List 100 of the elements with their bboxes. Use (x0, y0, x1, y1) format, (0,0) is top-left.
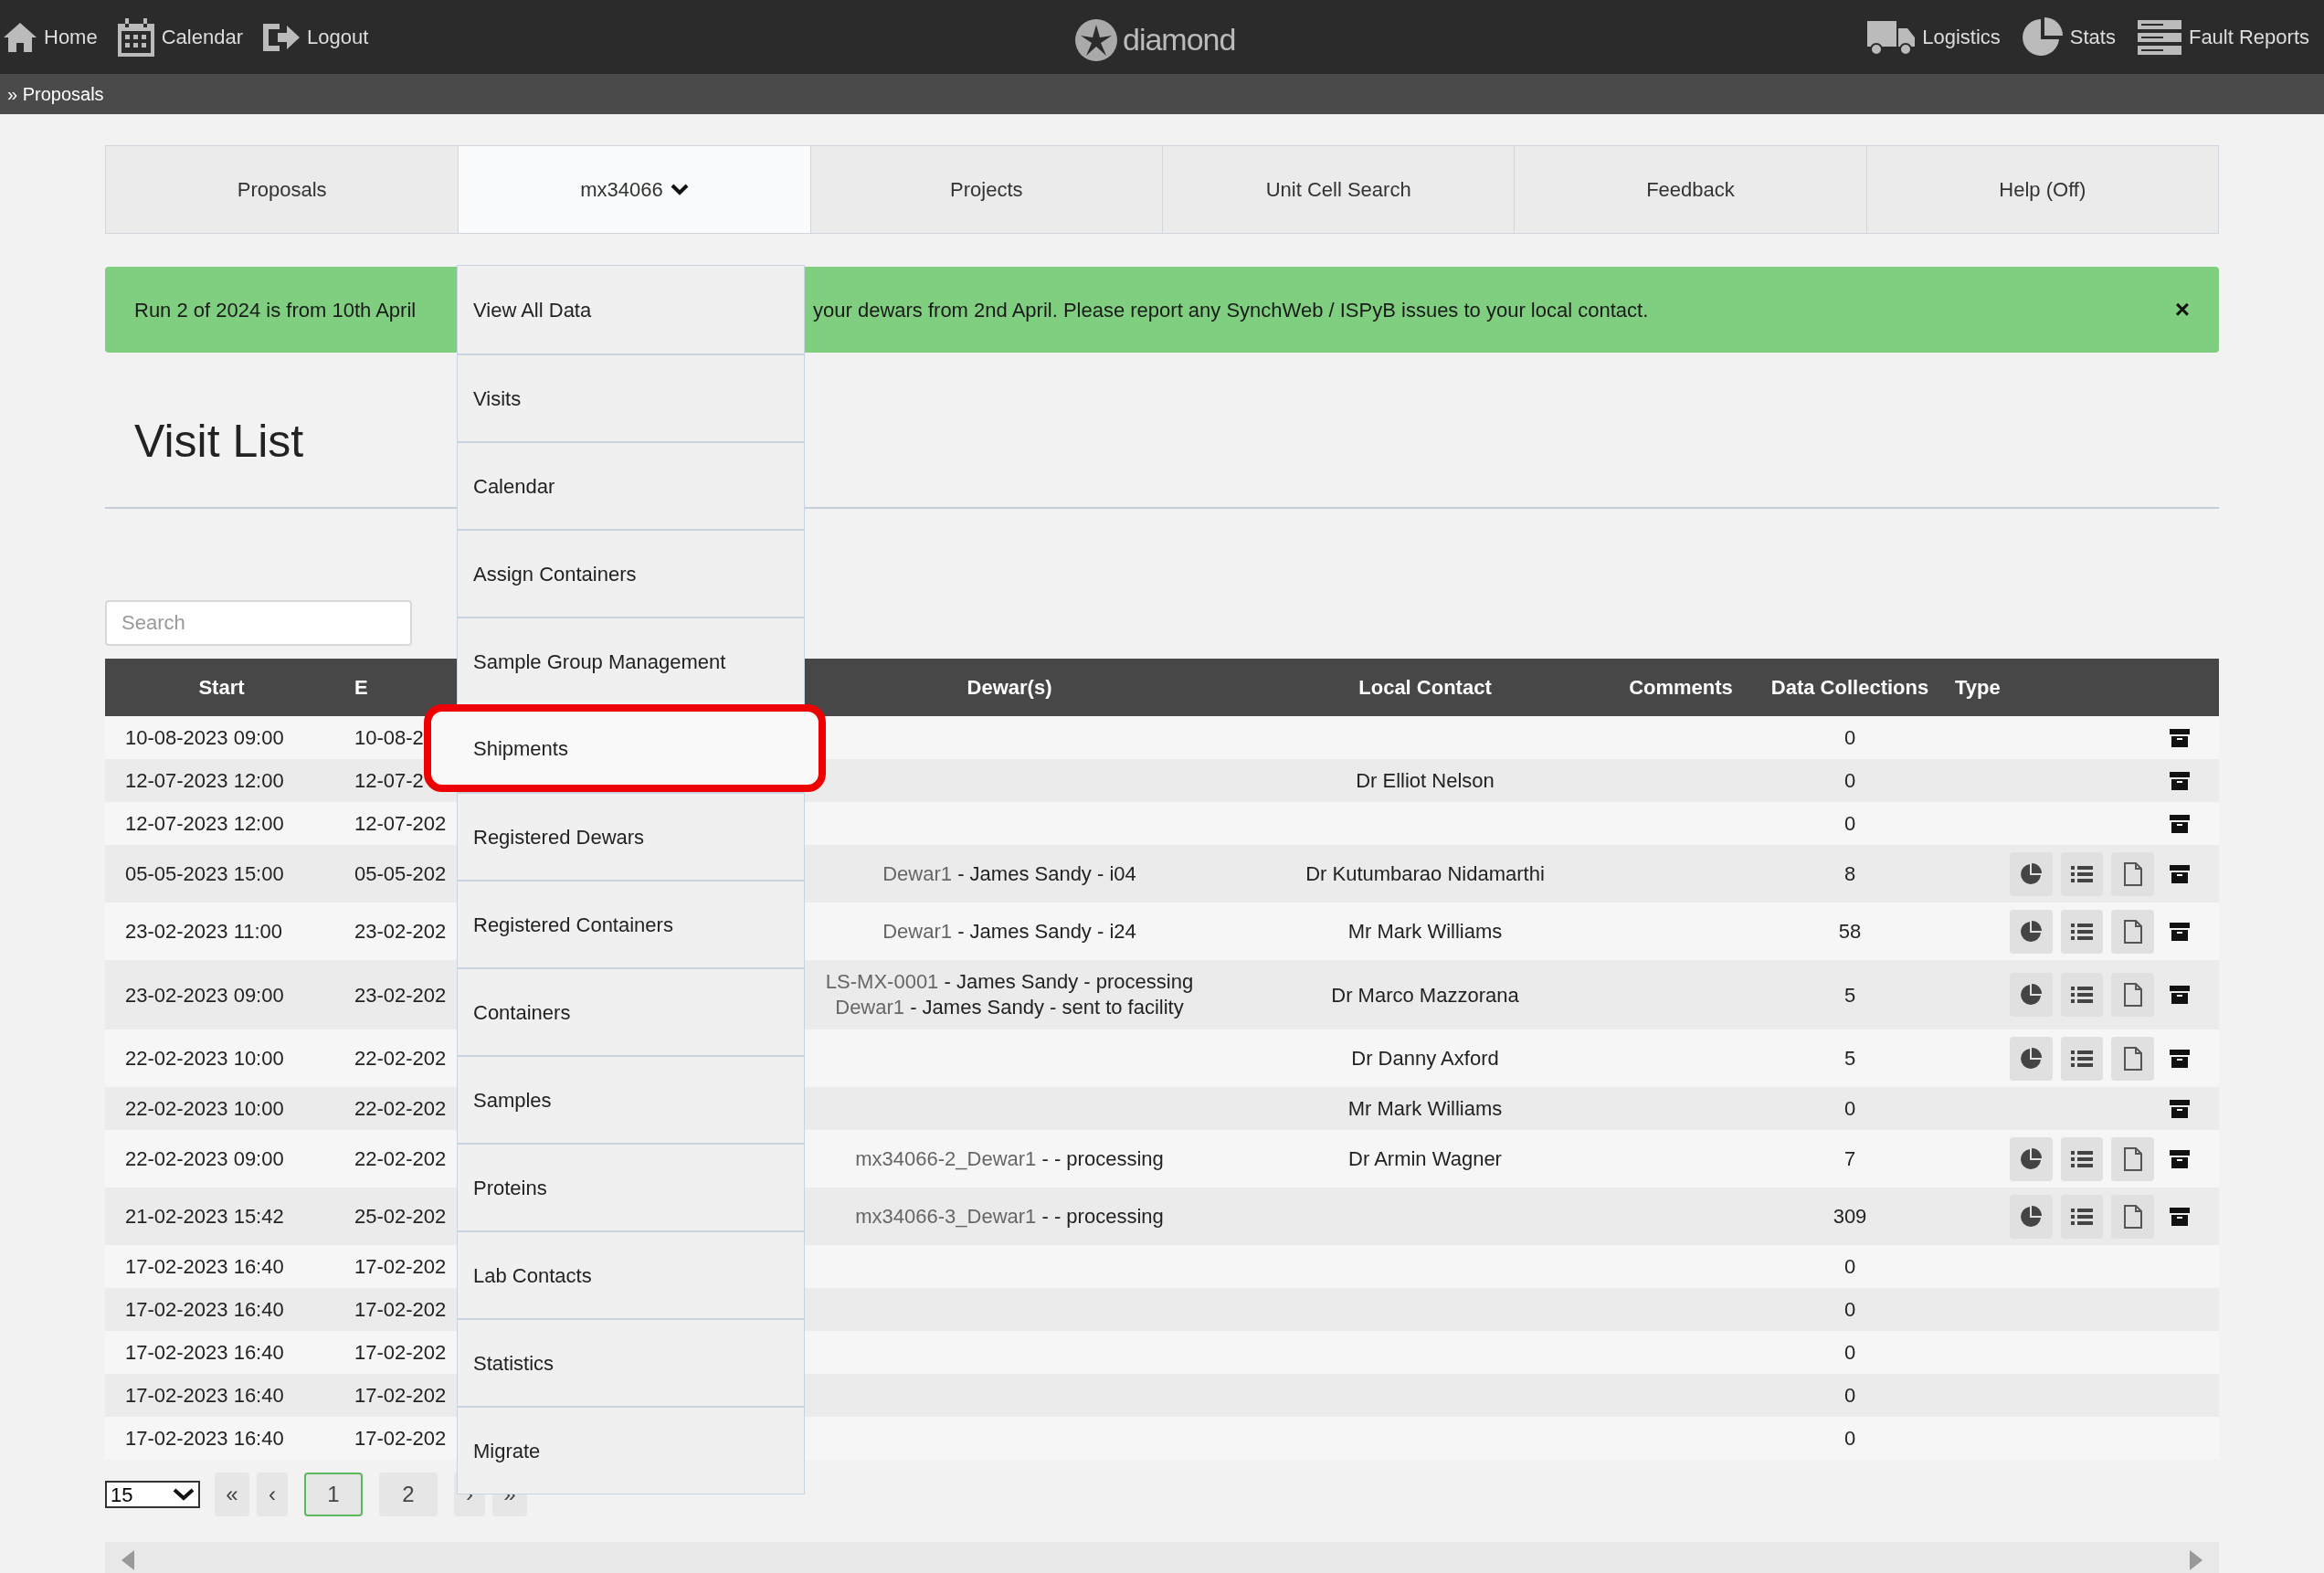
column-header[interactable]: Data Collections (1745, 672, 1955, 702)
dewar-status: - James Sandy - processing (943, 970, 1194, 993)
nav-tab[interactable]: Proposals (106, 146, 459, 233)
nav-tab[interactable]: Feedback (1514, 146, 1866, 233)
column-header[interactable]: Local Contact (1233, 672, 1617, 702)
table-cell: 10-08-2023 09:00 (125, 726, 284, 749)
table-cell: 22-02-2023 10:00 (125, 1047, 284, 1070)
dewar-link[interactable]: Dewar1 (835, 996, 905, 1019)
list-icon (2070, 1048, 2094, 1069)
diamond-logo-icon (1073, 16, 1119, 63)
list-button[interactable] (2060, 909, 2104, 954)
table-cell: 22-02-202 (354, 1147, 447, 1170)
previous-page-button[interactable]: ‹ (257, 1473, 288, 1516)
list-button[interactable] (2060, 1036, 2104, 1081)
dewar-status: - James Sandy - sent to facility (909, 996, 1184, 1019)
table-cell: 12-07-2 (354, 769, 424, 792)
table-cell: 0 (1843, 769, 1856, 792)
first-page-button[interactable]: « (215, 1473, 249, 1516)
table-cell: 22-02-202 (354, 1097, 447, 1120)
archive-icon[interactable] (2170, 1207, 2190, 1226)
table-cell: 0 (1843, 1097, 1856, 1120)
stats-button[interactable] (2010, 1036, 2053, 1081)
archive-icon[interactable] (2170, 864, 2190, 883)
column-header[interactable]: Start (105, 672, 338, 702)
stats-button[interactable] (2010, 909, 2053, 954)
nav-link[interactable]: Logout (260, 19, 369, 55)
list-icon (2070, 985, 2094, 1005)
breadcrumb-link[interactable]: » Proposals (7, 80, 104, 108)
archive-icon[interactable] (2170, 986, 2190, 1004)
dewar-status: - James Sandy - i24 (956, 919, 1136, 943)
table-cell: 17-02-202 (354, 1255, 447, 1278)
file-icon (2122, 982, 2143, 1008)
nav-link[interactable]: Logistics (1865, 18, 2001, 56)
file-icon (2122, 918, 2143, 945)
menu-item[interactable]: Shipments (424, 704, 826, 792)
file-button[interactable] (2111, 973, 2154, 1017)
table-cell: 22-02-2023 10:00 (125, 1097, 284, 1120)
table-cell: 0 (1843, 1255, 1856, 1278)
nav-link[interactable]: Stats (2020, 15, 2116, 59)
table-cell: 05-05-2023 15:00 (125, 862, 284, 885)
column-header[interactable]: Comments (1617, 672, 1745, 702)
chevron-down-icon (670, 183, 689, 196)
table-cell: 0 (1843, 726, 1856, 749)
list-icon (2070, 1206, 2094, 1227)
dewar-status: - - processing (1041, 1146, 1164, 1170)
file-button[interactable] (2111, 1194, 2154, 1239)
stats-button[interactable] (2010, 1194, 2053, 1239)
nav-tab[interactable]: Help (Off) (1865, 146, 2218, 233)
page-size-select[interactable]: 15 (105, 1481, 200, 1508)
list-icon (2070, 1148, 2094, 1169)
table-cell: 17-02-2023 16:40 (125, 1427, 284, 1450)
file-button[interactable] (2111, 1036, 2154, 1081)
file-icon (2122, 1145, 2143, 1172)
list-button[interactable] (2060, 851, 2104, 896)
file-button[interactable] (2111, 909, 2154, 954)
pie-chart-icon (2019, 1046, 2044, 1071)
page-button[interactable]: 1 (304, 1473, 363, 1516)
list-button[interactable] (2060, 973, 2104, 1017)
archive-icon[interactable] (2170, 1099, 2190, 1118)
table-cell: Dr Elliot Nelson (1356, 769, 1495, 792)
table-cell: 23-02-202 (354, 983, 447, 1007)
list-button[interactable] (2060, 1194, 2104, 1239)
table-cell: 17-02-2023 16:40 (125, 1255, 284, 1278)
table-cell: 23-02-2023 11:00 (125, 920, 283, 943)
list-button[interactable] (2060, 1136, 2104, 1181)
nav-tab[interactable]: Projects (809, 146, 1162, 233)
archive-icon[interactable] (2170, 1149, 2190, 1168)
dewar-status: - James Sandy - i04 (956, 861, 1136, 885)
stats-button[interactable] (2010, 1136, 2053, 1181)
dewar-link[interactable]: Dewar1 (882, 919, 953, 943)
archive-icon[interactable] (2170, 814, 2190, 833)
nav-tab[interactable]: Unit Cell Search (1162, 146, 1515, 233)
file-button[interactable] (2111, 1136, 2154, 1181)
table-cell: 12-07-2023 12:00 (125, 812, 284, 835)
column-header[interactable]: Type (1955, 672, 2010, 702)
archive-icon[interactable] (2170, 771, 2190, 790)
caret-icon (173, 1488, 195, 1501)
nav-link[interactable]: Fault Reports (2135, 17, 2309, 57)
stats-button[interactable] (2010, 851, 2053, 896)
dewar-link[interactable]: Dewar1 (882, 861, 953, 885)
server-icon (2135, 17, 2183, 57)
file-icon (2122, 860, 2143, 887)
archive-icon[interactable] (2170, 728, 2190, 747)
list-icon (2070, 863, 2094, 884)
dewar-link[interactable]: mx34066-3_Dewar1 (855, 1204, 1037, 1228)
file-button[interactable] (2111, 851, 2154, 896)
nav-tab[interactable]: mx34066 (458, 146, 810, 233)
stats-button[interactable] (2010, 973, 2053, 1017)
archive-icon[interactable] (2170, 1049, 2190, 1068)
table-cell: 5 (1843, 983, 1856, 1007)
close-button[interactable]: × (2174, 290, 2190, 329)
table-cell: Mr Mark Williams (1347, 1097, 1503, 1120)
nav-link[interactable]: Home (2, 20, 98, 54)
dewar-link[interactable]: mx34066-2_Dewar1 (855, 1146, 1037, 1170)
search-field[interactable]: Search (105, 600, 412, 646)
pie-chart-icon (2019, 1204, 2044, 1229)
archive-icon[interactable] (2170, 922, 2190, 941)
page-button[interactable]: 2 (379, 1473, 438, 1516)
nav-link[interactable]: Calendar (115, 16, 243, 58)
dewar-link[interactable]: LS-MX-0001 (825, 970, 939, 993)
